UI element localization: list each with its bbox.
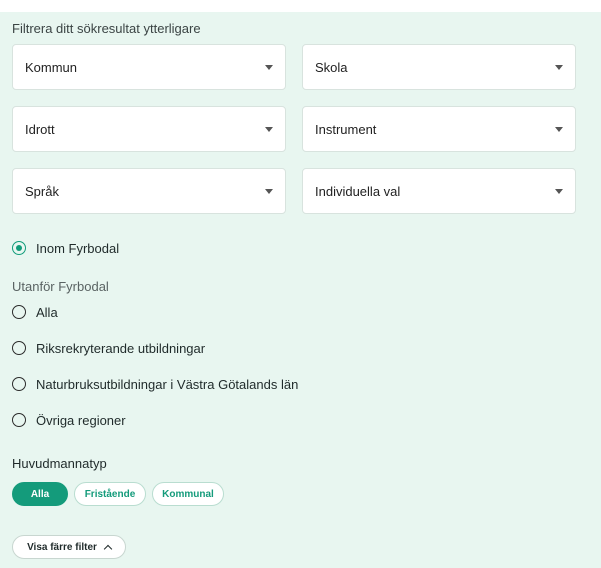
individuella-val-select[interactable]: Individuella val — [302, 168, 576, 214]
radio-unchecked-icon[interactable] — [12, 305, 26, 319]
radio-unchecked-icon[interactable] — [12, 377, 26, 391]
chevron-up-icon — [103, 544, 113, 553]
caret-down-icon — [265, 65, 273, 70]
radio-checked-icon[interactable] — [12, 241, 26, 255]
instrument-select[interactable]: Instrument — [302, 106, 576, 152]
caret-down-icon — [555, 65, 563, 70]
radio-unchecked-icon[interactable] — [12, 341, 26, 355]
idrott-select-label: Idrott — [25, 122, 55, 137]
filter-heading: Filtrera ditt sökresultat ytterligare — [12, 21, 201, 36]
principal-alla-chip[interactable]: Alla — [12, 482, 68, 506]
radio-alla[interactable]: Alla — [12, 302, 58, 322]
caret-down-icon — [265, 189, 273, 194]
idrott-select[interactable]: Idrott — [12, 106, 286, 152]
caret-down-icon — [555, 127, 563, 132]
radio-alla-label: Alla — [36, 304, 58, 320]
kommun-select-label: Kommun — [25, 60, 78, 75]
radio-ovriga-regioner-label: Övriga regioner — [36, 412, 126, 428]
radio-inom-fyrbodal-label: Inom Fyrbodal — [36, 240, 120, 256]
sprak-select[interactable]: Språk — [12, 168, 286, 214]
instrument-select-label: Instrument — [315, 122, 377, 137]
radio-ovriga-regioner[interactable]: Övriga regioner — [12, 410, 126, 430]
radio-naturbruk[interactable]: Naturbruksutbildningar i Västra Götaland… — [12, 374, 298, 394]
caret-down-icon — [265, 127, 273, 132]
skola-select-label: Skola — [315, 60, 348, 75]
radio-inom-fyrbodal[interactable]: Inom Fyrbodal — [12, 238, 119, 258]
individuella-val-select-label: Individuella val — [315, 184, 401, 199]
principal-fristaende-chip[interactable]: Fristående — [74, 482, 146, 506]
show-fewer-filters-label: Visa färre filter — [27, 541, 97, 553]
kommun-select[interactable]: Kommun — [12, 44, 286, 90]
principal-type-label: Huvudmannatyp — [12, 456, 107, 471]
radio-riksrekryterande-label: Riksrekryterande utbildningar — [36, 340, 206, 356]
caret-down-icon — [555, 189, 563, 194]
sprak-select-label: Språk — [25, 184, 59, 199]
skola-select[interactable]: Skola — [302, 44, 576, 90]
outside-region-label: Utanför Fyrbodal — [12, 279, 109, 294]
show-fewer-filters-button[interactable]: Visa färre filter — [12, 535, 126, 559]
filter-panel: Filtrera ditt sökresultat ytterligare Ko… — [0, 12, 601, 568]
principal-kommunal-chip[interactable]: Kommunal — [152, 482, 224, 506]
radio-riksrekryterande[interactable]: Riksrekryterande utbildningar — [12, 338, 205, 358]
radio-unchecked-icon[interactable] — [12, 413, 26, 427]
radio-naturbruk-label: Naturbruksutbildningar i Västra Götaland… — [36, 376, 299, 392]
